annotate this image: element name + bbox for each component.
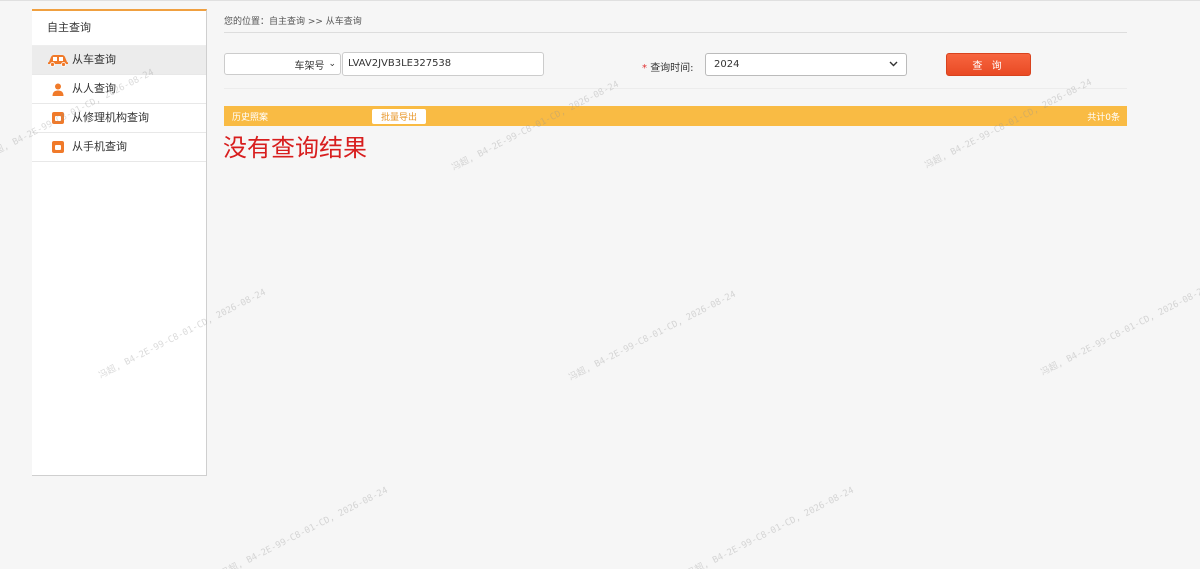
required-mark: * — [642, 63, 647, 74]
chevron-down-icon: ⌄ — [328, 59, 336, 69]
sidebar-item-person-query[interactable]: 从人查询 — [32, 75, 206, 104]
sidebar-item-label: 从修理机构查询 — [72, 111, 149, 124]
car-icon — [46, 54, 70, 67]
watermark: 冯超, B4-2E-99-C8-01-CD, 2026-08-24 — [1039, 284, 1200, 378]
chevron-down-icon — [889, 59, 898, 70]
no-result-message: 没有查询结果 — [223, 134, 367, 162]
person-icon — [46, 83, 70, 96]
shop-icon — [46, 112, 70, 124]
sidebar-item-label: 从车查询 — [72, 53, 116, 66]
breadcrumb-divider — [224, 32, 1127, 33]
form-divider — [224, 88, 1127, 89]
query-time-label: * 查询时间: — [642, 59, 694, 74]
query-button[interactable]: 查 询 — [946, 53, 1031, 76]
sidebar-item-phone-query[interactable]: 从手机查询 — [32, 133, 206, 162]
query-time-text: 查询时间: — [650, 63, 694, 74]
history-bar: 历史照案 批量导出 共计0条 — [224, 106, 1127, 126]
history-title: 历史照案 — [232, 113, 269, 123]
year-value: 2024 — [714, 59, 740, 70]
total-count: 共计0条 — [1087, 113, 1120, 123]
sidebar-item-label: 从人查询 — [72, 82, 116, 95]
shop-icon — [46, 141, 70, 153]
sidebar-item-repair-query[interactable]: 从修理机构查询 — [32, 104, 206, 133]
top-divider — [0, 0, 1200, 1]
watermark: 冯超, B4-2E-99-C8-01-CD, 2026-08-24 — [685, 485, 856, 569]
watermark: 冯超, B4-2E-99-C8-01-CD, 2026-08-24 — [219, 485, 390, 569]
breadcrumb: 您的位置：自主查询 >> 从车查询 — [224, 17, 362, 27]
vin-input[interactable]: LVAV2JVB3LE327538 — [342, 52, 544, 76]
sidebar: 自主查询 从车查询 从人查询 从修理机构查询 从手机查询 — [32, 9, 207, 476]
page: 自主查询 从车查询 从人查询 从修理机构查询 从手机查询 您的位置：自主查询 >… — [0, 0, 1200, 569]
search-type-select[interactable]: 车架号 ⌄ — [224, 53, 341, 75]
sidebar-item-label: 从手机查询 — [72, 140, 127, 153]
batch-export-button[interactable]: 批量导出 — [372, 109, 426, 124]
sidebar-item-car-query[interactable]: 从车查询 — [32, 46, 206, 75]
watermark: 冯超, B4-2E-99-C8-01-CD, 2026-08-24 — [567, 289, 738, 383]
sidebar-title: 自主查询 — [32, 11, 206, 46]
year-select[interactable]: 2024 — [705, 53, 907, 76]
search-type-value: 车架号 — [294, 60, 325, 72]
